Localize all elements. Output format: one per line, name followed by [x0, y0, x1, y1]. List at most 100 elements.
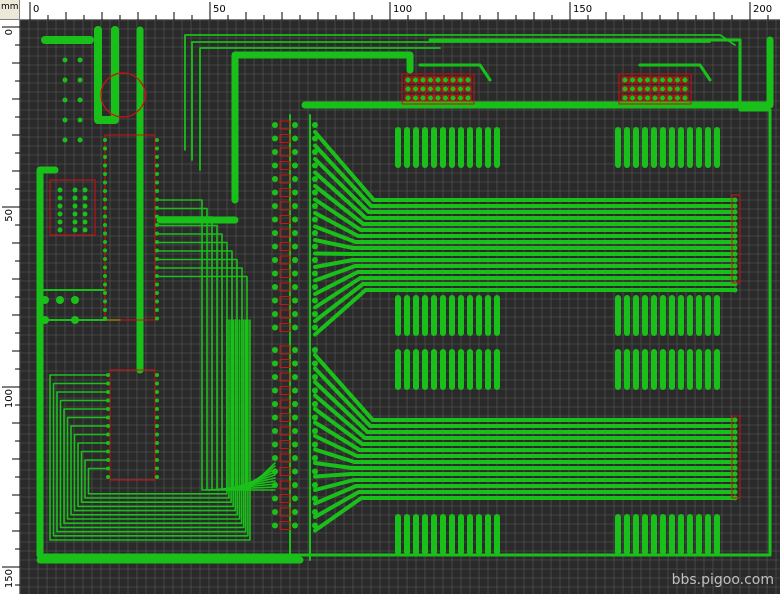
bus-trace — [313, 490, 737, 519]
pad — [732, 197, 738, 203]
pad — [272, 297, 278, 304]
pad — [292, 482, 298, 488]
pad — [732, 459, 738, 465]
pad — [458, 86, 463, 92]
pad — [62, 57, 68, 63]
pad — [155, 373, 159, 377]
ic-outline-u1 — [104, 134, 156, 321]
pad — [732, 477, 738, 483]
pad — [272, 347, 278, 353]
pad — [312, 482, 318, 488]
pad — [292, 203, 298, 209]
pad — [103, 231, 107, 236]
pad — [155, 231, 159, 236]
vertical-ruler[interactable]: 0 50 100 150 — [0, 20, 20, 594]
pad — [155, 155, 159, 159]
pad — [732, 465, 738, 471]
pad — [272, 401, 278, 407]
pad — [465, 77, 471, 83]
pad — [312, 162, 318, 169]
signal-trace — [156, 250, 276, 491]
pad — [155, 206, 159, 210]
pad — [292, 176, 298, 182]
pad — [103, 163, 107, 168]
pad — [106, 475, 110, 479]
pad — [155, 432, 159, 437]
pad — [57, 203, 63, 209]
pad — [292, 509, 298, 515]
pad — [72, 187, 78, 193]
pad — [443, 86, 448, 92]
pad — [312, 122, 318, 128]
pad — [72, 195, 78, 201]
pad — [272, 360, 278, 367]
horizontal-ruler-ticks: 0 50 100 150 200 — [29, 2, 772, 20]
pad — [682, 95, 688, 101]
pad — [272, 374, 278, 380]
pad — [272, 324, 278, 331]
pad — [292, 257, 298, 263]
ruler-label: 150 — [4, 569, 15, 588]
pad — [106, 466, 110, 471]
pcb-canvas[interactable] — [20, 20, 780, 594]
ruler-corner[interactable]: mm — [0, 0, 20, 20]
watermark-text: bbs.pigoo.com — [671, 572, 774, 588]
pad — [155, 441, 159, 445]
pad — [155, 257, 159, 261]
pad-outline — [279, 269, 291, 278]
pad — [272, 149, 278, 155]
pad — [41, 296, 49, 304]
ruler-label: 0 — [4, 29, 15, 35]
pad — [312, 203, 318, 209]
fanout-trace — [52, 319, 249, 537]
pad-outline — [279, 521, 291, 530]
pad — [272, 257, 278, 263]
pad — [428, 77, 433, 83]
pad-outline — [279, 242, 291, 251]
pad-outline — [279, 215, 291, 224]
pad — [630, 86, 635, 92]
pad — [292, 162, 298, 169]
pad — [57, 187, 63, 193]
pad — [312, 455, 318, 461]
fanout-trace — [80, 319, 232, 504]
pad — [155, 282, 159, 287]
pad — [292, 374, 298, 380]
pad — [682, 86, 688, 92]
pad — [292, 414, 298, 421]
pad — [155, 475, 159, 479]
pad — [675, 77, 680, 83]
pad — [732, 471, 738, 477]
units-label: mm — [1, 2, 19, 12]
pad — [732, 263, 738, 269]
pad — [660, 86, 665, 92]
pad — [155, 214, 159, 219]
pad — [103, 146, 107, 151]
pad — [732, 239, 738, 245]
pad — [82, 219, 88, 225]
pad — [82, 187, 88, 193]
pad — [450, 86, 456, 92]
pad — [292, 324, 298, 331]
pad — [82, 227, 88, 233]
pad — [103, 308, 107, 312]
pad — [106, 398, 110, 403]
pad — [106, 441, 110, 445]
pad — [103, 223, 107, 227]
signal-trace — [156, 267, 276, 491]
pad — [155, 172, 159, 176]
pad — [155, 248, 159, 253]
signal-trace — [156, 224, 276, 491]
ruler-label: 50 — [4, 209, 15, 222]
pad — [106, 390, 110, 394]
pad — [103, 265, 107, 270]
pad — [645, 86, 650, 92]
pad — [103, 180, 107, 185]
pad — [732, 221, 738, 227]
pad — [292, 122, 298, 128]
pad — [675, 86, 680, 92]
pad — [103, 206, 107, 210]
horizontal-ruler[interactable]: 0 50 100 150 200 — [20, 0, 780, 20]
pad — [732, 269, 738, 275]
pad — [155, 240, 159, 244]
